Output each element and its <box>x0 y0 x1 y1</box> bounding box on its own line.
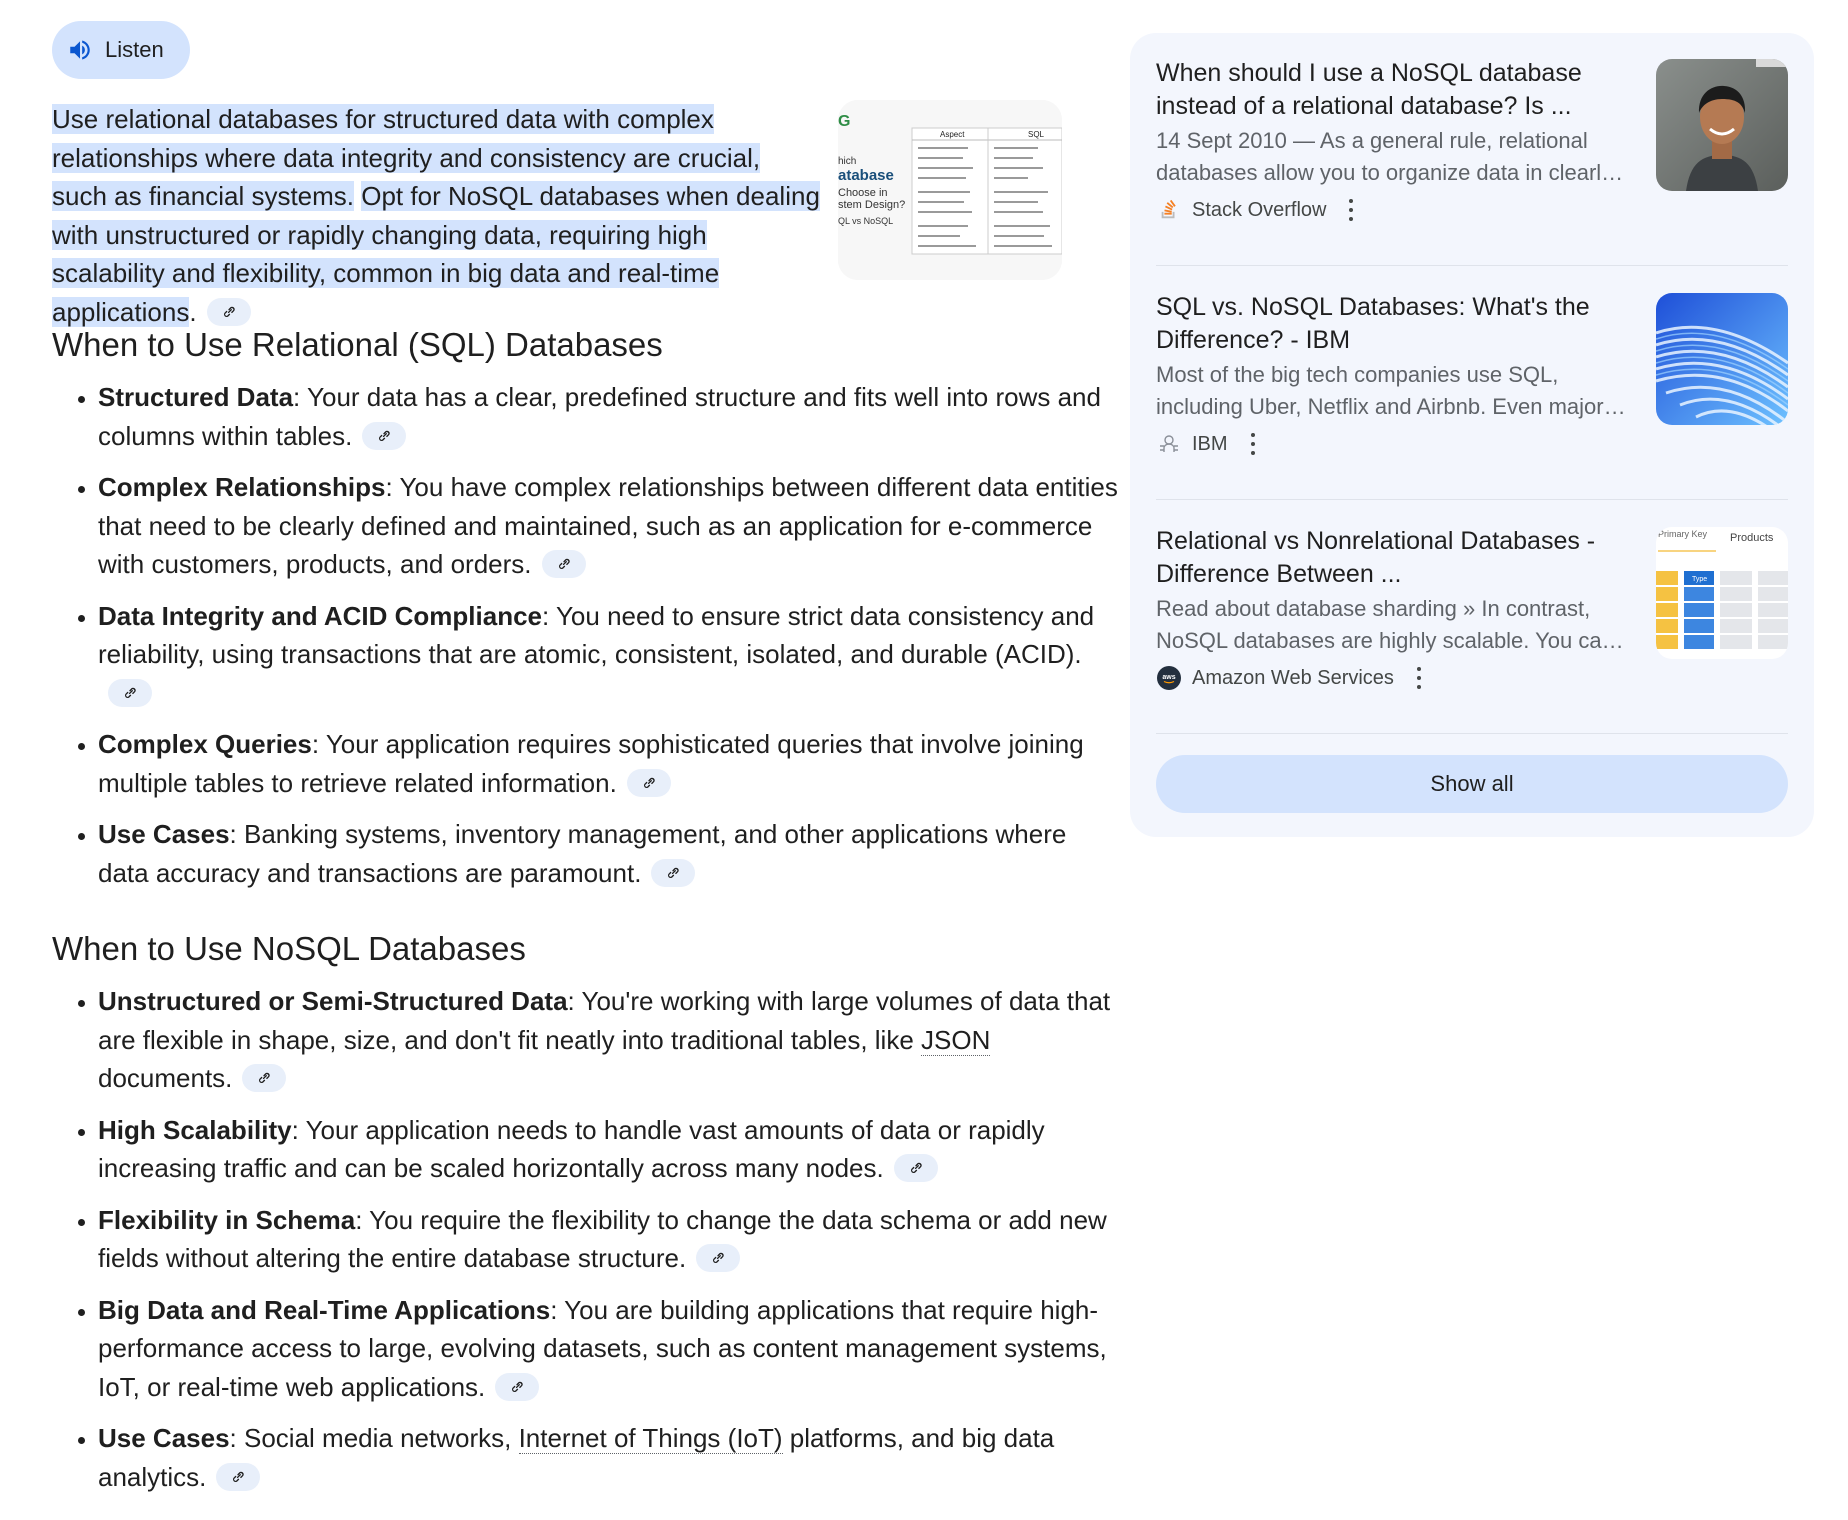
source-snippet: Most of the big tech companies use SQL, … <box>1156 362 1626 419</box>
link-icon <box>668 867 680 878</box>
svg-text:Aspect: Aspect <box>940 130 965 139</box>
link-icon <box>713 1252 724 1264</box>
link-icon <box>125 687 136 698</box>
source-thumbnail[interactable] <box>1656 293 1788 425</box>
sql-list: Structured Data: Your data has a clear, … <box>52 378 1118 892</box>
source-attribution: aws Amazon Web Services <box>1156 663 1424 693</box>
show-all-button[interactable]: Show all <box>1156 755 1788 813</box>
link-icon <box>643 777 655 788</box>
more-options-icon[interactable] <box>1414 665 1424 691</box>
svg-text:Products: Products <box>1730 532 1774 544</box>
source-link-chip[interactable] <box>216 1462 261 1491</box>
link-icon <box>910 1162 922 1174</box>
link-icon <box>379 430 391 441</box>
summary-text: Use relational databases for structured … <box>52 100 822 331</box>
source-name: Stack Overflow <box>1192 198 1327 221</box>
sql-section-heading: When to Use Relational (SQL) Databases <box>52 326 663 363</box>
divider <box>1156 265 1788 266</box>
summary-end: . <box>189 296 197 327</box>
speaker-icon <box>66 36 94 64</box>
source-link-chip[interactable] <box>696 1244 741 1273</box>
source-card[interactable]: SQL vs. NoSQL Databases: What's the Diff… <box>1156 267 1788 465</box>
source-link-chip[interactable] <box>541 550 586 579</box>
svg-text:aws: aws <box>1162 674 1175 681</box>
source-snippet: 14 Sept 2010 — As a general rule, relati… <box>1156 128 1624 185</box>
source-link-chip[interactable] <box>626 768 671 797</box>
svg-text:Primary Key: Primary Key <box>1658 529 1708 539</box>
svg-text:Choose in: Choose in <box>838 187 888 199</box>
source-title[interactable]: Relational vs Nonrelational Databases - … <box>1156 525 1626 591</box>
link-icon <box>558 558 570 570</box>
link-icon <box>223 306 235 317</box>
nosql-list: Unstructured or Semi-Structured Data: Yo… <box>52 982 1110 1496</box>
source-attribution: IBM <box>1156 429 1258 459</box>
divider <box>1156 499 1788 500</box>
source-link-chip[interactable] <box>893 1154 938 1183</box>
listen-label: Listen <box>105 37 164 62</box>
svg-text:QL vs NoSQL: QL vs NoSQL <box>838 216 893 226</box>
source-link-chip[interactable] <box>362 421 407 450</box>
list-item: Complex Relationships: You have complex … <box>98 468 1118 584</box>
list-item: High Scalability: Your application needs… <box>98 1111 1118 1188</box>
source-link-chip[interactable] <box>242 1064 287 1093</box>
list-item: Structured Data: Your data has a clear, … <box>98 378 1118 455</box>
stack-overflow-icon <box>1156 197 1182 223</box>
source-link-chip[interactable] <box>651 858 696 887</box>
source-thumbnail[interactable]: Primary Key Products Type <box>1656 527 1788 659</box>
more-options-icon[interactable] <box>1346 197 1356 223</box>
thumb-logo: G <box>838 113 850 130</box>
nosql-section-heading: When to Use NoSQL Databases <box>52 930 526 967</box>
answer-main: Use relational databases for structured … <box>52 100 1118 1509</box>
source-attribution: Stack Overflow <box>1156 195 1356 225</box>
list-item: Use Cases: Social media networks, Intern… <box>98 1419 1118 1496</box>
list-item: Data Integrity and ACID Compliance: You … <box>98 597 1118 713</box>
svg-text:stem Design?: stem Design? <box>838 199 905 211</box>
source-title[interactable]: When should I use a NoSQL database inste… <box>1156 57 1626 123</box>
source-snippet: Read about database sharding » In contra… <box>1156 596 1624 653</box>
list-item: Use Cases: Banking systems, inventory ma… <box>98 815 1118 892</box>
listen-button[interactable]: Listen <box>52 21 190 79</box>
source-link-chip[interactable] <box>108 678 152 707</box>
svg-text:Type: Type <box>1692 576 1707 583</box>
source-thumbnail[interactable] <box>1656 59 1788 191</box>
source-card[interactable]: When should I use a NoSQL database inste… <box>1156 33 1788 231</box>
svg-text:hich: hich <box>838 156 856 167</box>
sources-panel: When should I use a NoSQL database inste… <box>1130 33 1814 837</box>
more-options-icon[interactable] <box>1248 431 1258 457</box>
divider <box>1156 733 1788 734</box>
source-name: Amazon Web Services <box>1192 666 1394 689</box>
summary-thumbnail[interactable]: G hich atabase Choose in stem Design? QL… <box>838 100 1062 280</box>
source-name: IBM <box>1192 432 1228 455</box>
source-link-chip[interactable] <box>495 1372 540 1401</box>
list-item: Flexibility in Schema: You require the f… <box>98 1201 1118 1278</box>
svg-text:atabase: atabase <box>838 167 894 184</box>
list-item: Complex Queries: Your application requir… <box>98 725 1118 802</box>
source-title[interactable]: SQL vs. NoSQL Databases: What's the Diff… <box>1156 291 1626 357</box>
svg-text:SQL: SQL <box>1028 130 1045 139</box>
aws-icon: aws <box>1156 665 1182 691</box>
ibm-icon <box>1156 431 1182 457</box>
summary-block: Use relational databases for structured … <box>52 100 1072 327</box>
json-term-link[interactable]: JSON <box>921 1024 991 1056</box>
list-item: Unstructured or Semi-Structured Data: Yo… <box>98 982 1118 1098</box>
source-link-chip[interactable] <box>206 297 251 326</box>
iot-term-link[interactable]: Internet of Things (IoT) <box>518 1423 783 1454</box>
link-icon <box>233 1471 245 1482</box>
list-item: Big Data and Real-Time Applications: You… <box>98 1291 1118 1407</box>
source-card[interactable]: Relational vs Nonrelational Databases - … <box>1156 501 1788 699</box>
link-icon <box>259 1072 271 1084</box>
link-icon <box>512 1381 524 1392</box>
